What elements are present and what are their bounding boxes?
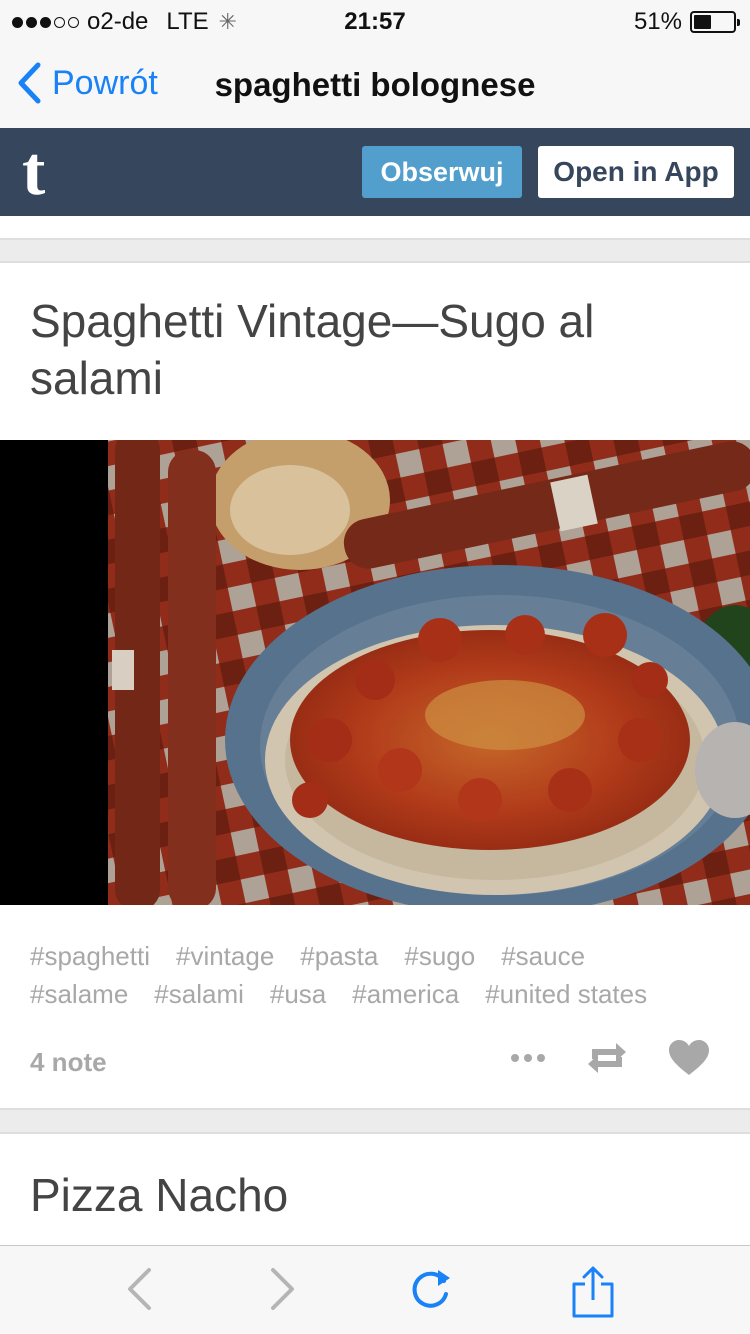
tag-row-1: #spaghetti #vintage #pasta #sugo #sauce [30, 937, 730, 975]
tumblr-logo-icon[interactable]: t [18, 138, 74, 204]
post-card: Spaghetti Vintage—Sugo al salami #spaghe… [0, 261, 750, 1110]
post-title[interactable]: Spaghetti Vintage—Sugo al salami [30, 293, 720, 407]
battery-icon [690, 11, 740, 33]
tag-list: #spaghetti #vintage #pasta #sugo #sauce #sal… [30, 937, 730, 1013]
tag-link[interactable]: #sauce [501, 937, 585, 975]
navigation-bar: Powrót spaghetti bolognese [0, 40, 750, 128]
tag-link[interactable]: #vintage [176, 937, 274, 975]
reload-icon[interactable] [408, 1264, 454, 1314]
tumblr-logo-letter: t [22, 138, 45, 204]
share-icon[interactable] [572, 1264, 614, 1320]
tag-link[interactable]: #united states [485, 975, 647, 1013]
tag-row-2: #salame #salami #usa #america #united states [30, 975, 730, 1013]
notes-count[interactable]: 4 note [30, 1047, 107, 1078]
back-arrow-icon[interactable] [124, 1264, 154, 1314]
tag-link[interactable]: #sugo [404, 937, 475, 975]
tag-link[interactable]: #usa [270, 975, 326, 1013]
page-title: spaghetti bolognese [214, 66, 536, 103]
next-post-card: Pizza Nacho [0, 1132, 750, 1252]
reblog-icon[interactable] [586, 1039, 628, 1077]
tag-link[interactable]: #salame [30, 975, 128, 1013]
status-right: 51% [633, 8, 740, 36]
battery-fill [694, 15, 712, 29]
tag-link[interactable]: #america [352, 975, 459, 1013]
heart-icon[interactable] [668, 1039, 710, 1077]
status-bar: o2-de LTE ✳ 21:57 51% [0, 0, 750, 40]
post-actions [510, 1039, 710, 1077]
follow-button[interactable]: Obserwuj [362, 146, 522, 198]
tag-link[interactable]: #pasta [300, 937, 378, 975]
forward-arrow-icon[interactable] [268, 1264, 298, 1314]
next-post-title[interactable]: Pizza Nacho [30, 1168, 288, 1222]
spaghetti-photo-illustration [0, 440, 750, 905]
browser-toolbar [0, 1245, 750, 1334]
previous-post-edge [0, 216, 750, 240]
post-photo[interactable] [0, 440, 750, 905]
battery-percent: 51% [633, 8, 682, 35]
open-in-app-button[interactable]: Open in App [538, 146, 734, 198]
tag-link[interactable]: #spaghetti [30, 937, 150, 975]
tag-link[interactable]: #salami [154, 975, 244, 1013]
more-icon[interactable] [510, 1053, 546, 1063]
